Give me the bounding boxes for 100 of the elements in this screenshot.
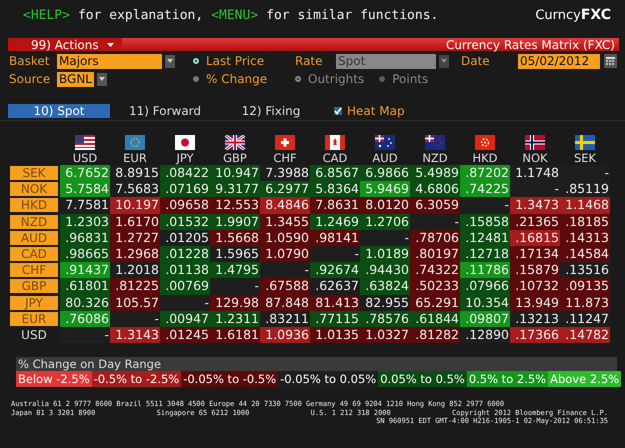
- table-cell: .01205: [160, 230, 210, 246]
- table-cell: 1.2727: [110, 230, 160, 246]
- screen-title: Currency Rates Matrix (FXC): [446, 38, 616, 52]
- table-cell: 5.4989: [410, 165, 460, 182]
- basket-dropdown[interactable]: Majors: [57, 54, 162, 68]
- row-header-button[interactable]: NZD: [9, 214, 59, 230]
- date-field[interactable]: 05/02/2012: [518, 54, 600, 68]
- table-cell: 8.0120: [360, 197, 410, 214]
- table-cell: .81282: [410, 326, 460, 344]
- table-cell: 81.413: [310, 294, 360, 311]
- table-cell: 1.3473: [510, 197, 560, 214]
- table-cell: 7.5683: [110, 181, 160, 198]
- flag-icon: [525, 135, 545, 150]
- table-cell: 11.873: [560, 294, 610, 311]
- flag-icon: [225, 135, 245, 150]
- table-cell: 1.3455: [260, 214, 310, 230]
- table-cell: .78706: [410, 230, 460, 246]
- flag-icon: [575, 135, 595, 150]
- dropdown-button[interactable]: [165, 54, 175, 68]
- table-cell: 1.0189: [360, 246, 410, 262]
- table-cell: .10732: [510, 278, 560, 294]
- table-cell: .09807: [460, 310, 510, 327]
- legend-item: 0.5% to 2.5%: [466, 371, 548, 388]
- menu-text: for similar functions.: [266, 8, 438, 22]
- table-cell: 1.2469: [310, 214, 360, 230]
- table-cell: .85119: [560, 181, 610, 198]
- table-cell: .98665: [60, 246, 110, 262]
- calendar-icon[interactable]: [604, 54, 617, 68]
- row-header-button[interactable]: CHF: [9, 262, 59, 278]
- table-cell: 10.197: [110, 197, 160, 214]
- table-cell: .00947: [160, 310, 210, 327]
- row-header-button[interactable]: NOK: [9, 181, 59, 198]
- table-cell: 7.8631: [310, 197, 360, 214]
- row-header-button[interactable]: GBP: [9, 278, 59, 294]
- table-cell: 5.8364: [310, 181, 360, 198]
- table-cell: 1.5668: [210, 230, 260, 246]
- table-cell: .12890: [460, 326, 510, 344]
- caret-icon: [99, 77, 105, 81]
- table-cell: 6.9866: [360, 165, 410, 182]
- tab[interactable]: 12) Fixing: [220, 104, 322, 118]
- radio-button[interactable]: [193, 76, 199, 82]
- table-cell: .63824: [360, 278, 410, 294]
- table-cell: 7.3988: [260, 165, 310, 182]
- table-cell: -: [260, 262, 310, 278]
- table-cell: 6.7652: [60, 165, 110, 182]
- table-cell: .12481: [460, 230, 510, 246]
- radio-button[interactable]: [193, 58, 199, 64]
- caret-icon: [441, 59, 447, 63]
- flag-icon: [75, 135, 95, 150]
- source-dropdown[interactable]: BGNL: [57, 72, 94, 86]
- row-header-button[interactable]: JPY: [9, 294, 59, 310]
- table-cell: .12718: [460, 246, 510, 262]
- row-header-button[interactable]: HKD: [9, 197, 59, 214]
- table-cell: 6.3059: [410, 197, 460, 214]
- row-header-button[interactable]: EUR: [9, 310, 59, 327]
- table-cell: .96831: [60, 230, 110, 246]
- table-cell: 5.7584: [60, 181, 110, 198]
- table-cell: 82.955: [360, 294, 410, 311]
- row-header-button[interactable]: AUD: [9, 230, 59, 246]
- table-cell: 1.6181: [210, 326, 260, 344]
- table-cell: .91437: [60, 262, 110, 278]
- table-cell: -: [210, 278, 260, 294]
- help-key-link[interactable]: <HELP>: [23, 8, 70, 22]
- table-cell: .87202: [460, 165, 510, 182]
- dropdown-button[interactable]: [439, 54, 449, 68]
- column-header: HKD: [472, 151, 498, 165]
- field-label: Rate: [295, 54, 324, 68]
- table-cell: 1.2706: [360, 214, 410, 230]
- table-cell: -: [510, 181, 560, 198]
- tab[interactable]: 11) Forward: [114, 104, 216, 118]
- menu-key-link[interactable]: <MENU>: [211, 8, 258, 22]
- flag-icon: [175, 135, 195, 150]
- table-cell: -: [310, 246, 360, 262]
- caret-icon: [167, 59, 173, 63]
- actions-menu[interactable]: 99) Actions: [8, 38, 122, 51]
- table-cell: -: [160, 294, 210, 311]
- table-cell: .09658: [160, 197, 210, 214]
- table-cell: 87.848: [260, 294, 310, 311]
- table-cell: 6.2977: [260, 181, 310, 198]
- table-cell: -: [60, 326, 110, 344]
- checkbox[interactable]: [334, 107, 342, 115]
- table-cell: 1.2311: [210, 310, 260, 327]
- table-cell: 1.0327: [360, 326, 410, 344]
- column-header: USD: [72, 151, 98, 165]
- radio-label: Points: [392, 72, 428, 86]
- table-cell: .07169: [160, 181, 210, 198]
- table-cell: -: [110, 310, 160, 327]
- column-header: AUD: [372, 151, 398, 165]
- table-cell: .15858: [460, 214, 510, 230]
- dropdown-button[interactable]: [97, 72, 107, 86]
- flag-icon: [275, 135, 295, 150]
- table-cell: 13.949: [510, 294, 560, 311]
- table-cell: 1.0135: [310, 326, 360, 344]
- table-cell: -: [410, 214, 460, 230]
- row-header-button[interactable]: CAD: [9, 246, 59, 262]
- table-cell: .13213: [510, 310, 560, 327]
- tab[interactable]: 10) Spot: [8, 104, 110, 118]
- row-header-button[interactable]: SEK: [9, 165, 59, 181]
- table-cell: 1.6170: [110, 214, 160, 230]
- table-cell: .61844: [410, 310, 460, 327]
